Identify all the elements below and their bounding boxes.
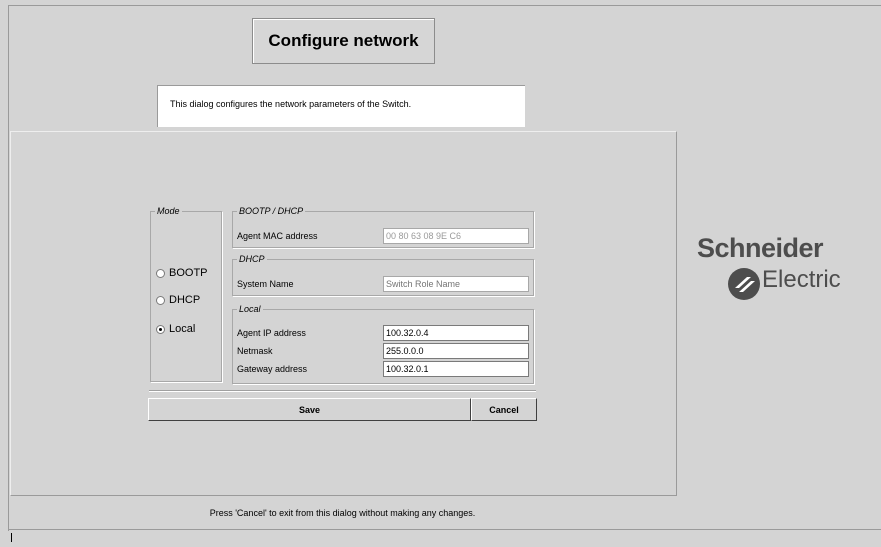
- radio-dhcp-label: DHCP: [169, 294, 201, 306]
- schneider-logo-mark-icon: [728, 268, 760, 300]
- radio-local-label: Local: [169, 323, 196, 335]
- radio-bootp[interactable]: BOOTP: [156, 267, 208, 279]
- netmask-label: Netmask: [237, 346, 273, 356]
- logo-line1: Schneider: [697, 233, 824, 263]
- mac-address-field[interactable]: [383, 228, 529, 244]
- mac-label: Agent MAC address: [237, 231, 318, 241]
- radio-bootp-circle[interactable]: [156, 268, 165, 278]
- radio-local[interactable]: Local: [156, 323, 195, 335]
- logo-line2: Electric: [762, 266, 841, 293]
- save-button[interactable]: Save: [148, 398, 471, 421]
- system-name-field[interactable]: [383, 276, 529, 292]
- radio-dhcp[interactable]: DHCP: [156, 294, 200, 306]
- dhcp-legend: DHCP: [239, 254, 265, 264]
- netmask-field[interactable]: [383, 343, 529, 359]
- agent-ip-label: Agent IP address: [237, 328, 306, 338]
- page-title: Configure network: [252, 18, 435, 64]
- cancel-button[interactable]: Cancel: [471, 398, 537, 421]
- mode-legend: Mode: [157, 206, 180, 216]
- radio-local-circle[interactable]: [156, 324, 165, 334]
- bootp-dhcp-legend: BOOTP / DHCP: [239, 206, 304, 216]
- footer-hint: Press 'Cancel' to exit from this dialog …: [209, 508, 476, 518]
- agent-ip-field[interactable]: [383, 325, 529, 341]
- status-bar-divider: [8, 529, 881, 530]
- text-cursor: [11, 533, 12, 542]
- local-legend: Local: [239, 304, 261, 314]
- schneider-electric-logo: Schneider Electric: [697, 233, 867, 305]
- radio-dhcp-circle[interactable]: [156, 295, 165, 305]
- gateway-field[interactable]: [383, 361, 529, 377]
- dialog-description: This dialog configures the network param…: [157, 85, 525, 127]
- gateway-label: Gateway address: [237, 364, 308, 374]
- system-name-label: System Name: [237, 279, 294, 289]
- button-separator: [149, 390, 536, 392]
- radio-bootp-label: BOOTP: [169, 267, 208, 279]
